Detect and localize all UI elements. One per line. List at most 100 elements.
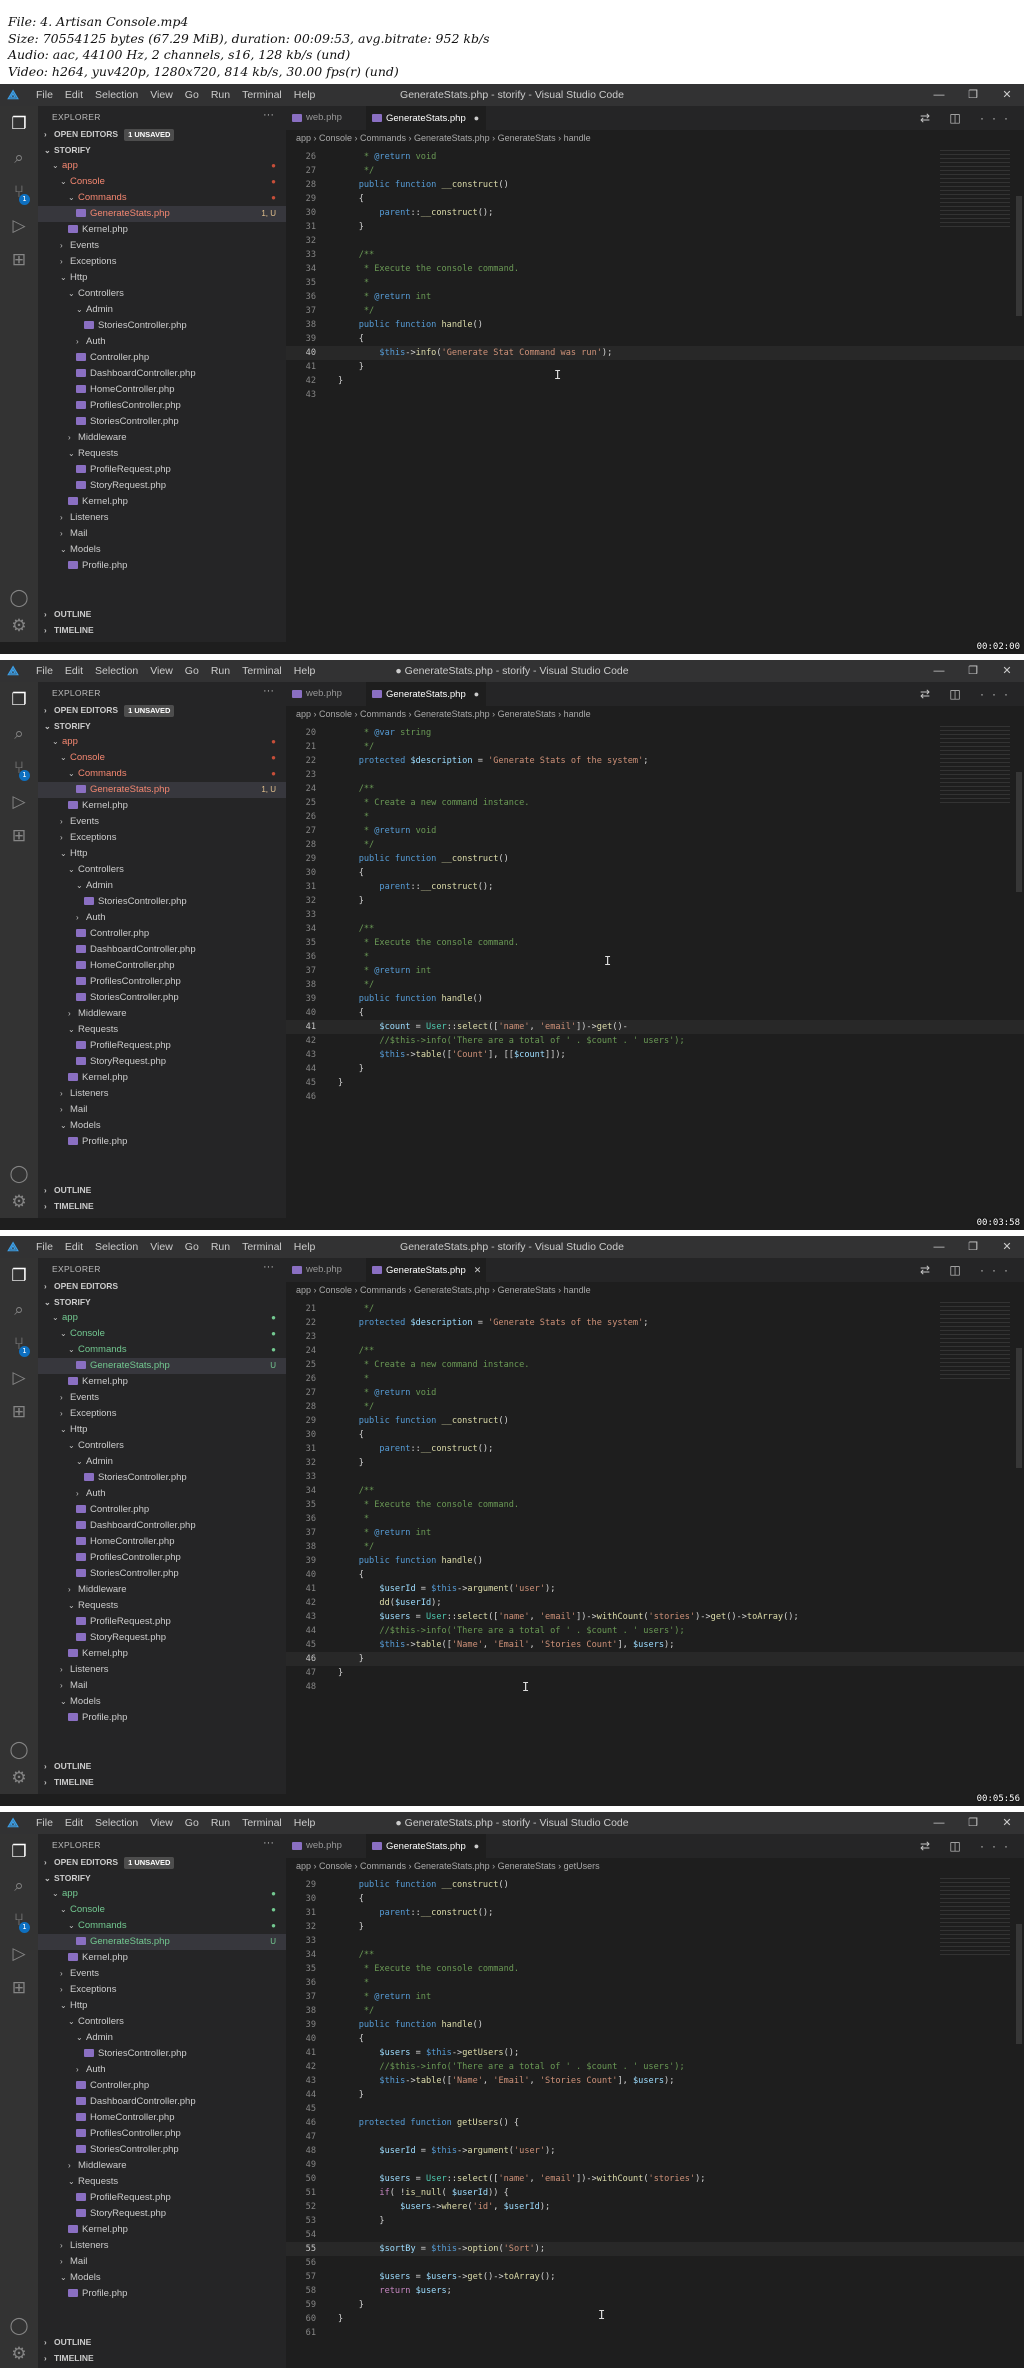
menu-selection[interactable]: Selection <box>89 84 144 106</box>
files-icon[interactable]: ❐ <box>7 112 31 136</box>
section-outline[interactable]: › OUTLINE <box>38 1758 286 1774</box>
menu-view[interactable]: View <box>144 1236 179 1258</box>
section-storify[interactable]: ⌄ STORIFY <box>38 1294 286 1310</box>
vertical-scrollbar[interactable] <box>1016 772 1022 892</box>
accounts-icon[interactable]: ◯ <box>7 586 31 610</box>
file-item[interactable]: StoriesController.php <box>38 990 286 1006</box>
extensions-icon[interactable]: ⊞ <box>7 1976 31 2000</box>
file-item[interactable]: DashboardController.php <box>38 1518 286 1534</box>
folder-item[interactable]: ⌄ Models <box>38 1694 286 1710</box>
minimize-icon[interactable]: — <box>922 1236 956 1258</box>
file-item[interactable]: Profile.php <box>38 558 286 574</box>
file-item[interactable]: StoryRequest.php <box>38 478 286 494</box>
folder-item[interactable]: ⌄ Requests <box>38 1022 286 1038</box>
menu-edit[interactable]: Edit <box>59 1812 89 1834</box>
menu-run[interactable]: Run <box>205 84 236 106</box>
section-timeline[interactable]: › TIMELINE <box>38 1774 286 1790</box>
file-item[interactable]: Kernel.php <box>38 1646 286 1662</box>
folder-item[interactable]: ⌄ app ● <box>38 1310 286 1326</box>
folder-item[interactable]: › Auth <box>38 1486 286 1502</box>
folder-item[interactable]: › Auth <box>38 334 286 350</box>
settings-gear-icon[interactable]: ⚙ <box>7 614 31 638</box>
restore-icon[interactable]: ❐ <box>956 1812 990 1834</box>
folder-item[interactable]: ⌄ Controllers <box>38 862 286 878</box>
folder-item[interactable]: › Exceptions <box>38 830 286 846</box>
close-window-icon[interactable]: ✕ <box>990 660 1024 682</box>
folder-item[interactable]: › Events <box>38 1390 286 1406</box>
menu-go[interactable]: Go <box>179 1812 205 1834</box>
folder-item[interactable]: › Events <box>38 814 286 830</box>
close-window-icon[interactable]: ✕ <box>990 1236 1024 1258</box>
files-icon[interactable]: ❐ <box>7 688 31 712</box>
file-item[interactable]: DashboardController.php <box>38 2094 286 2110</box>
menu-run[interactable]: Run <box>205 660 236 682</box>
folder-item[interactable]: › Middleware <box>38 1006 286 1022</box>
section-open-editors[interactable]: › OPEN EDITORS 1 UNSAVED <box>38 126 286 142</box>
folder-item[interactable]: ⌄ Admin <box>38 2030 286 2046</box>
file-item[interactable]: StoriesController.php <box>38 2142 286 2158</box>
file-item[interactable]: ProfileRequest.php <box>38 1614 286 1630</box>
file-item[interactable]: Controller.php <box>38 926 286 942</box>
menu-go[interactable]: Go <box>179 84 205 106</box>
more-actions-icon[interactable]: ··· <box>263 1261 274 1273</box>
accounts-icon[interactable]: ◯ <box>7 2314 31 2338</box>
file-item[interactable]: ProfileRequest.php <box>38 462 286 478</box>
file-item[interactable]: GenerateStats.php U <box>38 1358 286 1374</box>
folder-item[interactable]: › Listeners <box>38 1662 286 1678</box>
folder-item[interactable]: › Listeners <box>38 2238 286 2254</box>
menu-selection[interactable]: Selection <box>89 1812 144 1834</box>
folder-item[interactable]: ⌄ app ● <box>38 158 286 174</box>
folder-item[interactable]: ⌄ Requests <box>38 446 286 462</box>
menu-help[interactable]: Help <box>288 660 322 682</box>
section-timeline[interactable]: › TIMELINE <box>38 2350 286 2366</box>
file-item[interactable]: HomeController.php <box>38 382 286 398</box>
menu-edit[interactable]: Edit <box>59 660 89 682</box>
file-item[interactable]: StoriesController.php <box>38 1566 286 1582</box>
file-item[interactable]: HomeController.php <box>38 958 286 974</box>
minimize-icon[interactable]: — <box>922 1812 956 1834</box>
menu-terminal[interactable]: Terminal <box>236 1236 288 1258</box>
run-debug-icon[interactable]: ▷ <box>7 790 31 814</box>
extensions-icon[interactable]: ⊞ <box>7 1400 31 1424</box>
section-timeline[interactable]: › TIMELINE <box>38 1198 286 1214</box>
folder-item[interactable]: ⌄ Admin <box>38 878 286 894</box>
menu-file[interactable]: File <box>30 660 59 682</box>
code-editor[interactable]: 21 */22 protected $description = 'Genera… <box>286 1302 1024 1788</box>
restore-icon[interactable]: ❐ <box>956 1236 990 1258</box>
menu-run[interactable]: Run <box>205 1236 236 1258</box>
menu-view[interactable]: View <box>144 1812 179 1834</box>
file-item[interactable]: GenerateStats.php 1, U <box>38 782 286 798</box>
file-item[interactable]: Controller.php <box>38 2078 286 2094</box>
file-item[interactable]: Kernel.php <box>38 1374 286 1390</box>
file-item[interactable]: StoriesController.php <box>38 2046 286 2062</box>
run-debug-icon[interactable]: ▷ <box>7 1366 31 1390</box>
menu-terminal[interactable]: Terminal <box>236 84 288 106</box>
close-window-icon[interactable]: ✕ <box>990 1812 1024 1834</box>
file-item[interactable]: HomeController.php <box>38 2110 286 2126</box>
file-item[interactable]: Profile.php <box>38 1134 286 1150</box>
folder-item[interactable]: ⌄ Controllers <box>38 1438 286 1454</box>
search-icon[interactable]: ⌕ <box>7 1298 31 1322</box>
folder-item[interactable]: ⌄ Http <box>38 1998 286 2014</box>
section-open-editors[interactable]: › OPEN EDITORS 1 UNSAVED <box>38 1854 286 1870</box>
minimap[interactable] <box>940 150 1010 230</box>
settings-gear-icon[interactable]: ⚙ <box>7 1766 31 1790</box>
unsaved-dot-icon[interactable]: ● <box>474 689 479 699</box>
minimize-icon[interactable]: — <box>922 660 956 682</box>
settings-gear-icon[interactable]: ⚙ <box>7 2342 31 2366</box>
folder-item[interactable]: ⌄ Admin <box>38 1454 286 1470</box>
vertical-scrollbar[interactable] <box>1016 1924 1022 2044</box>
settings-gear-icon[interactable]: ⚙ <box>7 1190 31 1214</box>
file-item[interactable]: DashboardController.php <box>38 942 286 958</box>
file-item[interactable]: Profile.php <box>38 1710 286 1726</box>
minimap[interactable] <box>940 1302 1010 1382</box>
minimap[interactable] <box>940 1878 1010 1958</box>
menu-selection[interactable]: Selection <box>89 1236 144 1258</box>
file-item[interactable]: Kernel.php <box>38 222 286 238</box>
folder-item[interactable]: › Mail <box>38 2254 286 2270</box>
search-icon[interactable]: ⌕ <box>7 722 31 746</box>
menu-terminal[interactable]: Terminal <box>236 1812 288 1834</box>
restore-icon[interactable]: ❐ <box>956 660 990 682</box>
menu-view[interactable]: View <box>144 660 179 682</box>
tab-web-php[interactable]: web.php <box>286 1258 366 1282</box>
